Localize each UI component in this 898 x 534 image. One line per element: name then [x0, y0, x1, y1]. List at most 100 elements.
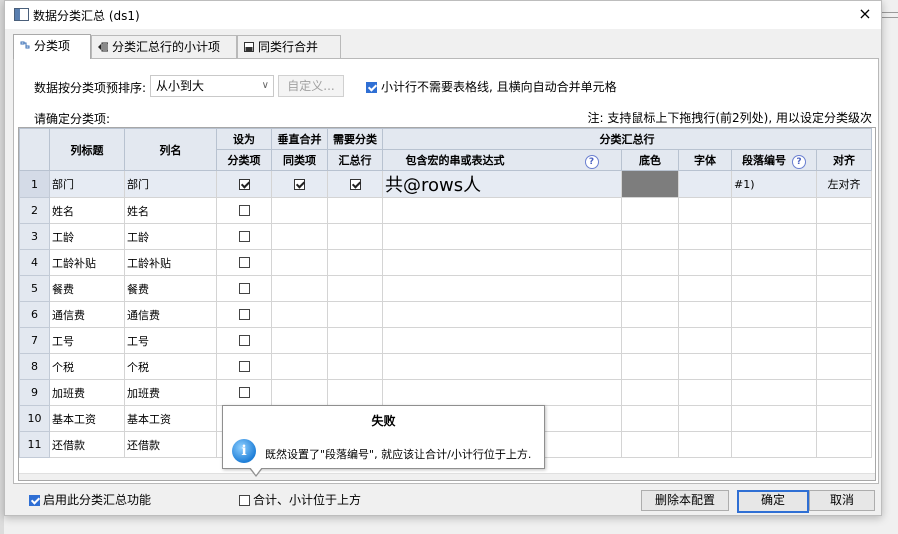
align-cell[interactable]: [816, 353, 872, 380]
align-cell[interactable]: [816, 223, 872, 250]
table-row[interactable]: 9 加班费 加班费: [19, 379, 872, 406]
as-category-cell[interactable]: [216, 301, 272, 328]
as-category-cell-checkbox[interactable]: [238, 309, 250, 320]
table-row[interactable]: 3 工龄 工龄: [19, 223, 872, 250]
expr-cell[interactable]: [382, 379, 622, 406]
sort-order-select[interactable]: 从小到大 ∨: [150, 75, 274, 97]
as-category-cell[interactable]: [216, 379, 272, 406]
table-row[interactable]: 7 工号 工号: [19, 327, 872, 354]
expr-cell[interactable]: [382, 301, 622, 328]
font-cell[interactable]: [678, 301, 732, 328]
font-cell[interactable]: [678, 327, 732, 354]
as-category-cell[interactable]: [216, 249, 272, 276]
as-category-cell[interactable]: [216, 223, 272, 250]
custom-sort-button[interactable]: 自定义...: [278, 75, 344, 97]
align-cell[interactable]: [816, 379, 872, 406]
expr-cell[interactable]: [382, 223, 622, 250]
font-cell[interactable]: [678, 353, 732, 380]
vmerge-cell[interactable]: [271, 327, 328, 354]
as-category-cell[interactable]: [216, 197, 272, 224]
align-cell[interactable]: [816, 431, 872, 458]
col-title-cell[interactable]: 还借款: [49, 431, 125, 458]
font-cell[interactable]: [678, 197, 732, 224]
table-row[interactable]: 8 个税 个税: [19, 353, 872, 380]
col-name-cell[interactable]: 加班费: [124, 379, 217, 406]
no-gridline-option[interactable]: 小计行不需要表格线, 且横向自动合并单元格: [366, 78, 617, 95]
font-cell[interactable]: [678, 379, 732, 406]
col-title-cell[interactable]: 餐费: [49, 275, 125, 302]
para-no-cell[interactable]: #1): [731, 170, 817, 198]
as-category-cell-checkbox[interactable]: [238, 231, 250, 242]
bgcolor-cell[interactable]: [621, 170, 679, 198]
bgcolor-cell[interactable]: [621, 353, 679, 380]
bgcolor-cell[interactable]: [621, 301, 679, 328]
tab-subtotal-items[interactable]: 分类汇总行的小计项: [91, 35, 237, 59]
close-button[interactable]: ×: [855, 4, 875, 24]
bgcolor-cell[interactable]: [621, 275, 679, 302]
as-category-cell-checkbox[interactable]: [238, 335, 250, 346]
expr-cell[interactable]: [382, 275, 622, 302]
para-no-cell[interactable]: [731, 379, 817, 406]
expr-cell[interactable]: 共@rows人: [382, 170, 622, 198]
font-cell[interactable]: [678, 275, 732, 302]
col-name-cell[interactable]: 工号: [124, 327, 217, 354]
as-category-cell-checkbox[interactable]: [238, 283, 250, 294]
enable-summary-option[interactable]: 启用此分类汇总功能: [29, 491, 151, 508]
font-cell[interactable]: [678, 249, 732, 276]
para-no-cell[interactable]: [731, 197, 817, 224]
table-row[interactable]: 4 工龄补贴 工龄补贴: [19, 249, 872, 276]
col-title-cell[interactable]: 加班费: [49, 379, 125, 406]
para-no-cell[interactable]: [731, 353, 817, 380]
vmerge-cell[interactable]: [271, 170, 328, 198]
delete-config-button[interactable]: 删除本配置: [641, 490, 729, 511]
vmerge-cell[interactable]: [271, 197, 328, 224]
font-cell[interactable]: [678, 405, 732, 432]
col-title-cell[interactable]: 工号: [49, 327, 125, 354]
table-row[interactable]: 2 姓名 姓名: [19, 197, 872, 224]
col-name-cell[interactable]: 通信费: [124, 301, 217, 328]
enable-summary-checkbox[interactable]: [29, 495, 40, 506]
vmerge-cell[interactable]: [271, 353, 328, 380]
col-name-cell[interactable]: 餐费: [124, 275, 217, 302]
need-total-cell[interactable]: [327, 301, 383, 328]
subtotal-top-option[interactable]: 合计、小计位于上方: [239, 491, 361, 508]
need-total-cell[interactable]: [327, 327, 383, 354]
expr-cell[interactable]: [382, 197, 622, 224]
bgcolor-cell[interactable]: [621, 327, 679, 354]
as-category-cell[interactable]: [216, 275, 272, 302]
col-title-cell[interactable]: 姓名: [49, 197, 125, 224]
no-gridline-checkbox[interactable]: [366, 82, 377, 93]
bgcolor-cell[interactable]: [621, 379, 679, 406]
col-title-cell[interactable]: 基本工资: [49, 405, 125, 432]
table-row[interactable]: 5 餐费 餐费: [19, 275, 872, 302]
ok-button[interactable]: 确定: [737, 490, 809, 513]
vmerge-cell-checkbox[interactable]: [294, 178, 305, 190]
need-total-cell[interactable]: [327, 249, 383, 276]
as-category-cell-checkbox[interactable]: [238, 178, 250, 190]
help-icon[interactable]: ?: [792, 154, 806, 169]
as-category-cell[interactable]: [216, 353, 272, 380]
need-total-cell[interactable]: [327, 379, 383, 406]
col-name-cell[interactable]: 工龄补贴: [124, 249, 217, 276]
as-category-cell[interactable]: [216, 170, 272, 198]
align-cell[interactable]: [816, 197, 872, 224]
align-cell[interactable]: [816, 301, 872, 328]
col-name-cell[interactable]: 个税: [124, 353, 217, 380]
vmerge-cell[interactable]: [271, 249, 328, 276]
font-cell[interactable]: [678, 431, 732, 458]
para-no-cell[interactable]: [731, 327, 817, 354]
font-cell[interactable]: [678, 223, 732, 250]
col-title-cell[interactable]: 工龄: [49, 223, 125, 250]
col-name-cell[interactable]: 部门: [124, 170, 217, 198]
as-category-cell-checkbox[interactable]: [238, 361, 250, 372]
table-row[interactable]: 6 通信费 通信费: [19, 301, 872, 328]
need-total-cell[interactable]: [327, 275, 383, 302]
para-no-cell[interactable]: [731, 301, 817, 328]
align-cell[interactable]: [816, 327, 872, 354]
horizontal-scrollbar[interactable]: [19, 473, 875, 480]
as-category-cell-checkbox[interactable]: [238, 205, 250, 216]
need-total-cell[interactable]: [327, 353, 383, 380]
as-category-cell-checkbox[interactable]: [238, 257, 250, 268]
expr-cell[interactable]: [382, 353, 622, 380]
vmerge-cell[interactable]: [271, 301, 328, 328]
